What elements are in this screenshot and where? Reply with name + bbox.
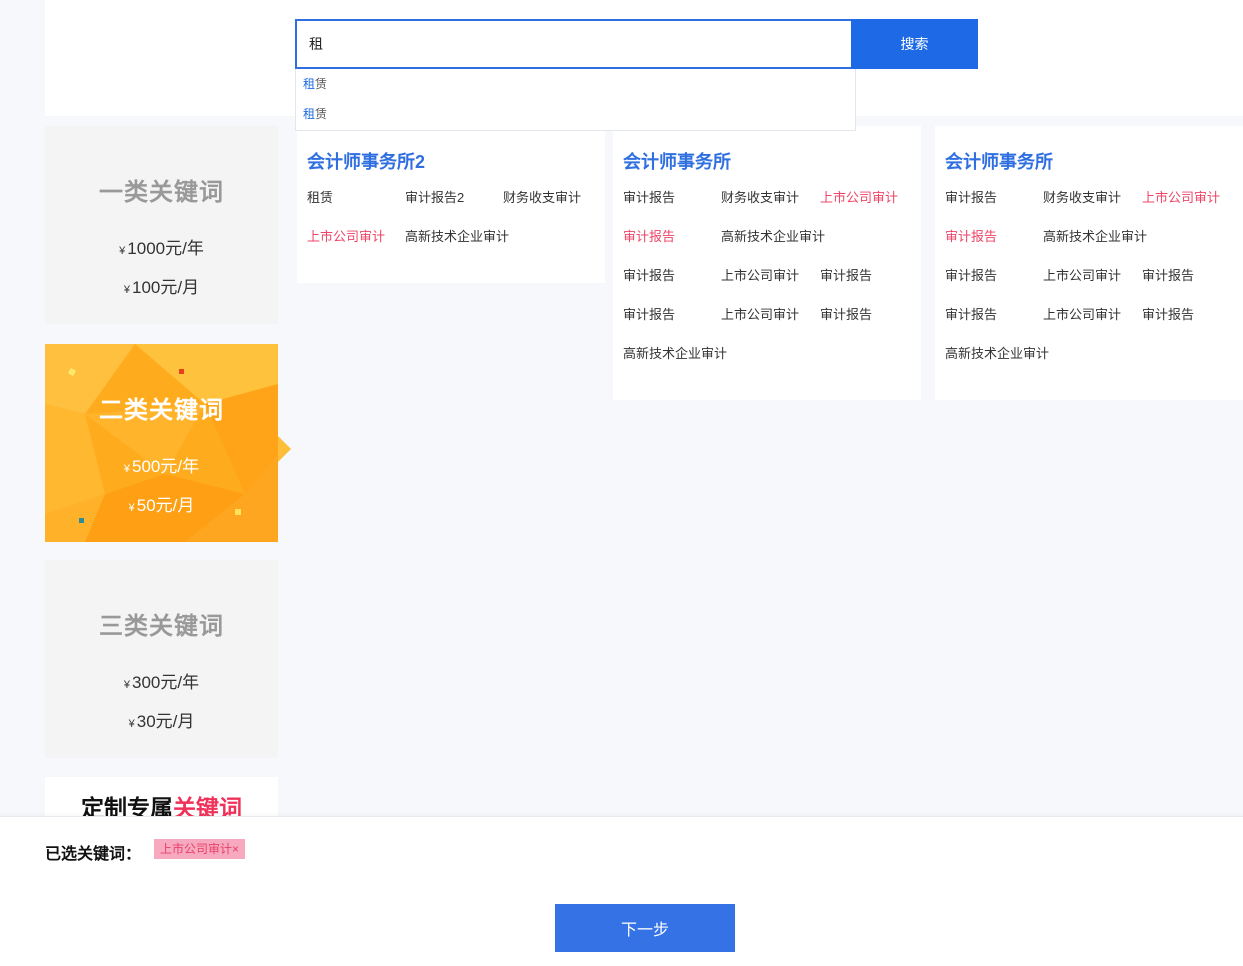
tier-2-card[interactable]: 二类关键词 ¥500元/年 ¥50元/月	[45, 344, 291, 542]
keyword-item[interactable]: 上市公司审计	[721, 265, 799, 284]
tier-3-card[interactable]: 三类关键词 ¥300元/年 ¥30元/月	[45, 560, 278, 758]
keyword-item[interactable]: 审计报告	[623, 187, 675, 206]
price-month-value: 50元/月	[136, 496, 195, 515]
keyword-item[interactable]: 租赁	[307, 187, 333, 206]
suggestion-rest: 赁	[315, 107, 328, 121]
keyword-item[interactable]: 高新技术企业审计	[623, 343, 727, 362]
tier-3-price-year: ¥300元/年	[45, 668, 278, 693]
selected-keyword-tag[interactable]: 上市公司审计×	[154, 839, 246, 859]
company-card: 会计师事务所 审计报告 财务收支审计 上市公司审计 审计报告 高新技术企业审计 …	[935, 126, 1243, 400]
company-title: 会计师事务所2	[307, 152, 426, 172]
keyword-item[interactable]: 审计报告	[623, 304, 675, 323]
tier-2-price-month: ¥50元/月	[45, 491, 278, 516]
search-box: 搜索	[295, 19, 978, 69]
keyword-item[interactable]: 高新技术企业审计	[721, 226, 825, 245]
keyword-item-selected[interactable]: 上市公司审计	[1142, 187, 1220, 206]
price-year-value: 1000元/年	[127, 239, 204, 258]
keyword-item-selected[interactable]: 审计报告	[945, 226, 997, 245]
keyword-item[interactable]: 上市公司审计	[721, 304, 799, 323]
yen-sign: ¥	[119, 245, 126, 257]
company-card: 会计师事务所 审计报告 财务收支审计 上市公司审计 审计报告 高新技术企业审计 …	[613, 126, 921, 400]
tier-2-price-year: ¥500元/年	[45, 452, 278, 477]
keyword-item[interactable]: 上市公司审计	[1043, 265, 1121, 284]
suggestion-highlight: 租	[303, 107, 316, 121]
keyword-item[interactable]: 审计报告	[945, 265, 997, 284]
keyword-item-selected[interactable]: 审计报告	[623, 226, 675, 245]
yen-sign: ¥	[123, 463, 131, 475]
price-year-value: 500元/年	[132, 457, 200, 476]
selection-footer: 已选关键词： 上市公司审计× 下一步	[0, 816, 1243, 966]
search-input[interactable]	[295, 19, 851, 69]
keyword-item[interactable]: 高新技术企业审计	[405, 226, 509, 245]
keyword-item[interactable]: 高新技术企业审计	[1043, 226, 1147, 245]
keyword-item[interactable]: 审计报告2	[405, 187, 464, 206]
tier-2-title: 二类关键词	[99, 397, 224, 424]
keyword-item[interactable]: 高新技术企业审计	[945, 343, 1049, 362]
tier-3-price-month: ¥30元/月	[45, 707, 278, 732]
keyword-item[interactable]: 上市公司审计	[1043, 304, 1121, 323]
suggestion-item[interactable]: 租赁	[296, 69, 855, 99]
company-card: 会计师事务所2 租赁 审计报告2 财务收支审计 上市公司审计 高新技术企业审计	[297, 126, 605, 283]
price-year-value: 300元/年	[132, 673, 200, 692]
keyword-item[interactable]: 财务收支审计	[721, 187, 799, 206]
keyword-item-selected[interactable]: 上市公司审计	[820, 187, 898, 206]
keyword-item[interactable]: 审计报告	[1142, 265, 1194, 284]
yen-sign: ¥	[128, 502, 135, 514]
tier-1-price-year: ¥1000元/年	[45, 234, 278, 259]
suggestion-highlight: 租	[303, 77, 316, 91]
tier-2-pointer	[278, 436, 291, 462]
price-month-value: 30元/月	[136, 712, 195, 731]
tier-3-title: 三类关键词	[99, 613, 224, 640]
keyword-item[interactable]: 审计报告	[1142, 304, 1194, 323]
suggestion-item[interactable]: 租赁	[296, 99, 855, 129]
keyword-item-selected[interactable]: 上市公司审计	[307, 226, 385, 245]
keyword-item[interactable]: 财务收支审计	[1043, 187, 1121, 206]
keyword-item[interactable]: 审计报告	[623, 265, 675, 284]
tier-1-card[interactable]: 一类关键词 ¥1000元/年 ¥100元/月	[45, 126, 278, 324]
company-title: 会计师事务所	[623, 152, 731, 172]
yen-sign: ¥	[128, 718, 135, 730]
company-title: 会计师事务所	[945, 152, 1053, 172]
yen-sign: ¥	[123, 679, 131, 691]
price-month-value: 100元/月	[132, 278, 200, 297]
selected-keywords-label: 已选关键词：	[45, 846, 142, 863]
keyword-item[interactable]: 审计报告	[945, 187, 997, 206]
tier-1-price-month: ¥100元/月	[45, 273, 278, 298]
keyword-item[interactable]: 审计报告	[945, 304, 997, 323]
keyword-item[interactable]: 财务收支审计	[503, 187, 581, 206]
yen-sign: ¥	[123, 284, 131, 296]
next-step-button[interactable]: 下一步	[555, 904, 735, 952]
keyword-item[interactable]: 审计报告	[820, 304, 872, 323]
search-button[interactable]: 搜索	[851, 19, 978, 69]
suggestion-rest: 赁	[315, 77, 328, 91]
tier-1-title: 一类关键词	[99, 179, 224, 206]
keyword-item[interactable]: 审计报告	[820, 265, 872, 284]
suggestion-dropdown: 租赁 租赁	[295, 69, 856, 131]
